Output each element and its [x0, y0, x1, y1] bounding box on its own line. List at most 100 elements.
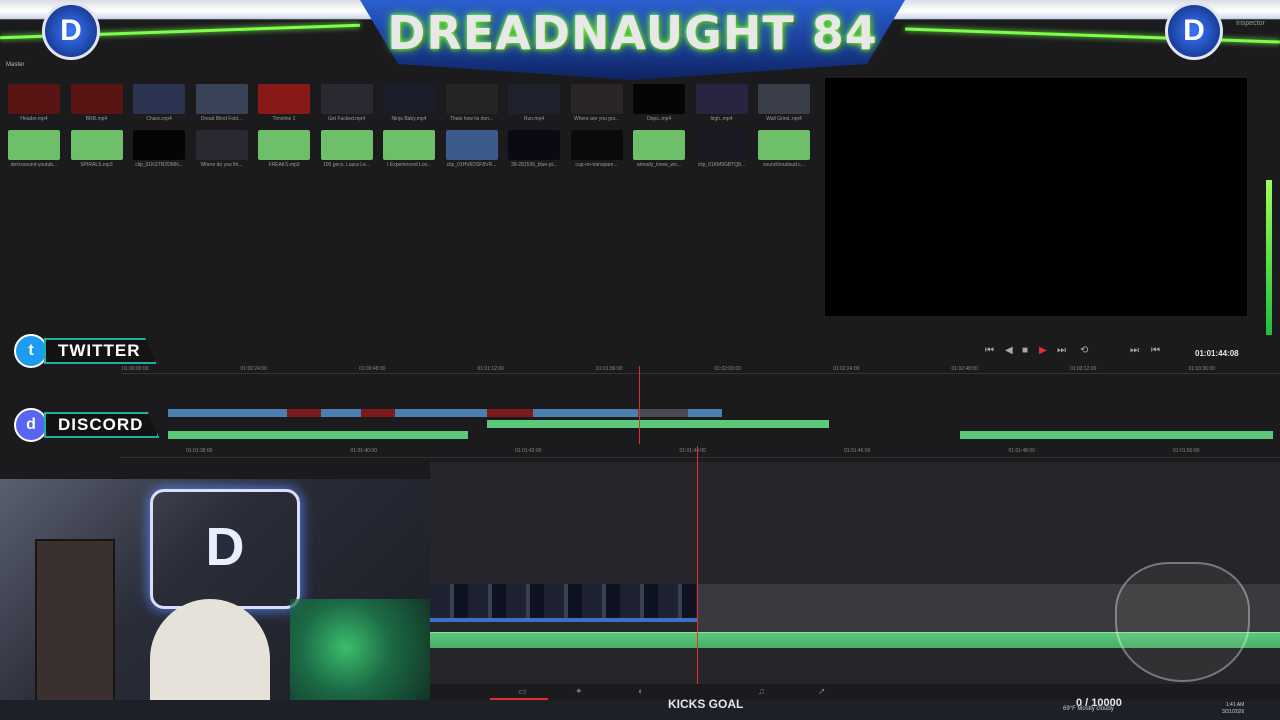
- media-clip-thumbnail[interactable]: [8, 84, 60, 114]
- twitter-label: TWITTER: [44, 338, 157, 364]
- video-clip-thumbnails[interactable]: [430, 584, 697, 622]
- media-clip-name: 100 gecs, Laura Le...: [323, 162, 370, 168]
- previous-clip-icon[interactable]: ⏮: [1151, 345, 1160, 356]
- audio-level-meter: [1266, 180, 1272, 335]
- loop-icon[interactable]: ⟲: [1080, 345, 1088, 356]
- cut-page-icon[interactable]: ▭: [518, 686, 527, 697]
- ruler-tick-label: 01:00:48:00: [359, 366, 386, 372]
- audio-clip[interactable]: [487, 420, 829, 428]
- clock-date: 3/31/2026: [1222, 709, 1245, 715]
- video-clip[interactable]: [533, 409, 638, 417]
- media-clip-name: Dread Blind Fold...: [200, 116, 243, 122]
- ruler-tick-label: 01:00:24:00: [240, 366, 267, 372]
- webcam-feed: D: [0, 479, 430, 720]
- play-reverse-icon[interactable]: ◀: [1005, 345, 1013, 356]
- skip-to-start-icon[interactable]: ⏮: [985, 345, 994, 356]
- media-clip-thumbnail[interactable]: [445, 84, 498, 114]
- system-clock[interactable]: 1:41 AM 3/31/2026: [1222, 702, 1244, 716]
- media-clip-thumbnail[interactable]: [258, 84, 310, 114]
- stop-icon[interactable]: ■: [1022, 345, 1028, 356]
- media-clip-name: Ninja Baby.mp4: [391, 116, 427, 122]
- media-clip-thumbnail[interactable]: [695, 84, 748, 114]
- ruler-tick-label: 01:02:48:00: [951, 366, 978, 372]
- ruler-tick-label: 01:01:12:00: [477, 366, 504, 372]
- ruler-tick-label: 01:01:46:00: [844, 448, 871, 454]
- video-clip[interactable]: [361, 409, 395, 417]
- fairlight-page-icon[interactable]: ♫: [758, 686, 765, 696]
- media-clip-thumbnail[interactable]: [633, 130, 685, 160]
- media-clip-thumbnail[interactable]: [320, 130, 373, 160]
- media-clip-name: BRB.mp4: [85, 116, 108, 122]
- media-clip-thumbnail[interactable]: [195, 130, 248, 160]
- timeline-playhead[interactable]: [697, 446, 698, 684]
- media-pool-bin-label[interactable]: Master: [6, 62, 24, 68]
- mini-timeline-ruler[interactable]: 01:00:00:00 01:00:24:00 01:00:48:00 01:01:1…: [122, 364, 1280, 374]
- ruler-tick-label: 01:00:00:00: [122, 366, 149, 372]
- ruler-tick-label: 01:01:36:00: [596, 366, 623, 372]
- media-clip-thumbnail[interactable]: [320, 84, 373, 114]
- brand-logo-icon: D: [1165, 2, 1223, 60]
- deliver-page-icon[interactable]: ➚: [818, 686, 826, 697]
- ruler-tick-label: 01:01:42:00: [515, 448, 542, 454]
- viewer-canvas: [825, 78, 1247, 316]
- fusion-page-icon[interactable]: ✦: [575, 686, 583, 697]
- media-clip-name: Where are you goi...: [573, 116, 620, 122]
- media-clip-thumbnail[interactable]: [383, 130, 435, 160]
- media-clip-name: clip_01KM9GBTQ8...: [697, 162, 746, 168]
- audio-clip[interactable]: [960, 431, 1273, 439]
- media-clip-name: clip_01HV6DSF8VR...: [446, 162, 497, 168]
- mini-playhead[interactable]: [639, 366, 640, 444]
- next-clip-icon[interactable]: ⏭: [1130, 345, 1139, 356]
- media-clip-name: cup-on-transpare...: [575, 162, 618, 168]
- media-clip-thumbnail[interactable]: [195, 84, 248, 114]
- ruler-tick-label: 01:01:48:00: [1008, 448, 1035, 454]
- media-clip-thumbnail[interactable]: [133, 84, 185, 114]
- ruler-tick-label: 01:02:00:00: [714, 366, 741, 372]
- ruler-tick-label: 01:03:36:00: [1188, 366, 1215, 372]
- media-clip-thumbnail[interactable]: [508, 84, 560, 114]
- media-clip-name: I Experienced Lov...: [387, 162, 431, 168]
- weather-widget[interactable]: 69°F Mostly cloudy: [1063, 706, 1114, 712]
- skip-to-end-icon[interactable]: ⏭: [1057, 345, 1066, 356]
- video-clip[interactable]: [487, 409, 533, 417]
- media-clip-thumbnail[interactable]: [508, 130, 560, 160]
- media-clip-thumbnail[interactable]: [758, 84, 810, 114]
- media-clip-thumbnail[interactable]: [258, 130, 310, 160]
- video-clip[interactable]: [395, 409, 487, 417]
- video-clip[interactable]: [321, 409, 361, 417]
- media-clip-name: Timeline 1: [272, 116, 296, 122]
- media-clip-thumbnail[interactable]: [633, 84, 685, 114]
- media-clip-thumbnail[interactable]: [8, 130, 60, 160]
- brand-logo-icon: D: [42, 2, 100, 60]
- play-icon[interactable]: ▶: [1039, 345, 1047, 356]
- ruler-tick-label: 01:03:12:00: [1070, 366, 1097, 372]
- banner-title: DREADNAUGHT 84: [387, 6, 878, 60]
- neon-logo-sign: D: [150, 489, 300, 609]
- media-clip-thumbnail[interactable]: [445, 130, 498, 160]
- media-clip-thumbnail[interactable]: [758, 130, 810, 160]
- video-clip[interactable]: [638, 409, 688, 417]
- media-clip-thumbnail[interactable]: [383, 84, 435, 114]
- video-clip[interactable]: [287, 409, 321, 417]
- color-page-icon[interactable]: ◐: [638, 686, 643, 696]
- media-clip-thumbnail[interactable]: [133, 130, 185, 160]
- timeline-ruler[interactable]: 01:01:38:00 01:01:40:00 01:01:42:00 01:01:4…: [120, 446, 1280, 458]
- glass-overlay-graphic: [1115, 562, 1250, 682]
- media-clip-thumbnail[interactable]: [570, 84, 623, 114]
- audio-clip[interactable]: [168, 431, 468, 439]
- media-clip-thumbnail[interactable]: [70, 130, 123, 160]
- page-navigation-bar: ▭ ✦ ◐ ♫ ➚: [430, 684, 1280, 700]
- inspector-label[interactable]: Inspector: [1236, 20, 1265, 27]
- media-clip-name: SPIRALS.mp3: [80, 162, 113, 168]
- arcade-cabinet: [35, 539, 115, 720]
- video-clip[interactable]: [168, 409, 288, 417]
- media-clip-name: Chaos.mp4: [146, 116, 172, 122]
- media-clip-name: Oops..mp4: [646, 116, 672, 122]
- media-clip-thumbnail[interactable]: [70, 84, 123, 114]
- media-clip-name: high..mp4: [710, 116, 733, 122]
- media-clip-name: deloxsound-youtub...: [10, 162, 58, 168]
- media-clip-thumbnail[interactable]: [695, 130, 748, 160]
- media-clip-name: Run.mp4: [523, 116, 545, 122]
- video-clip[interactable]: [688, 409, 722, 417]
- media-clip-thumbnail[interactable]: [570, 130, 623, 160]
